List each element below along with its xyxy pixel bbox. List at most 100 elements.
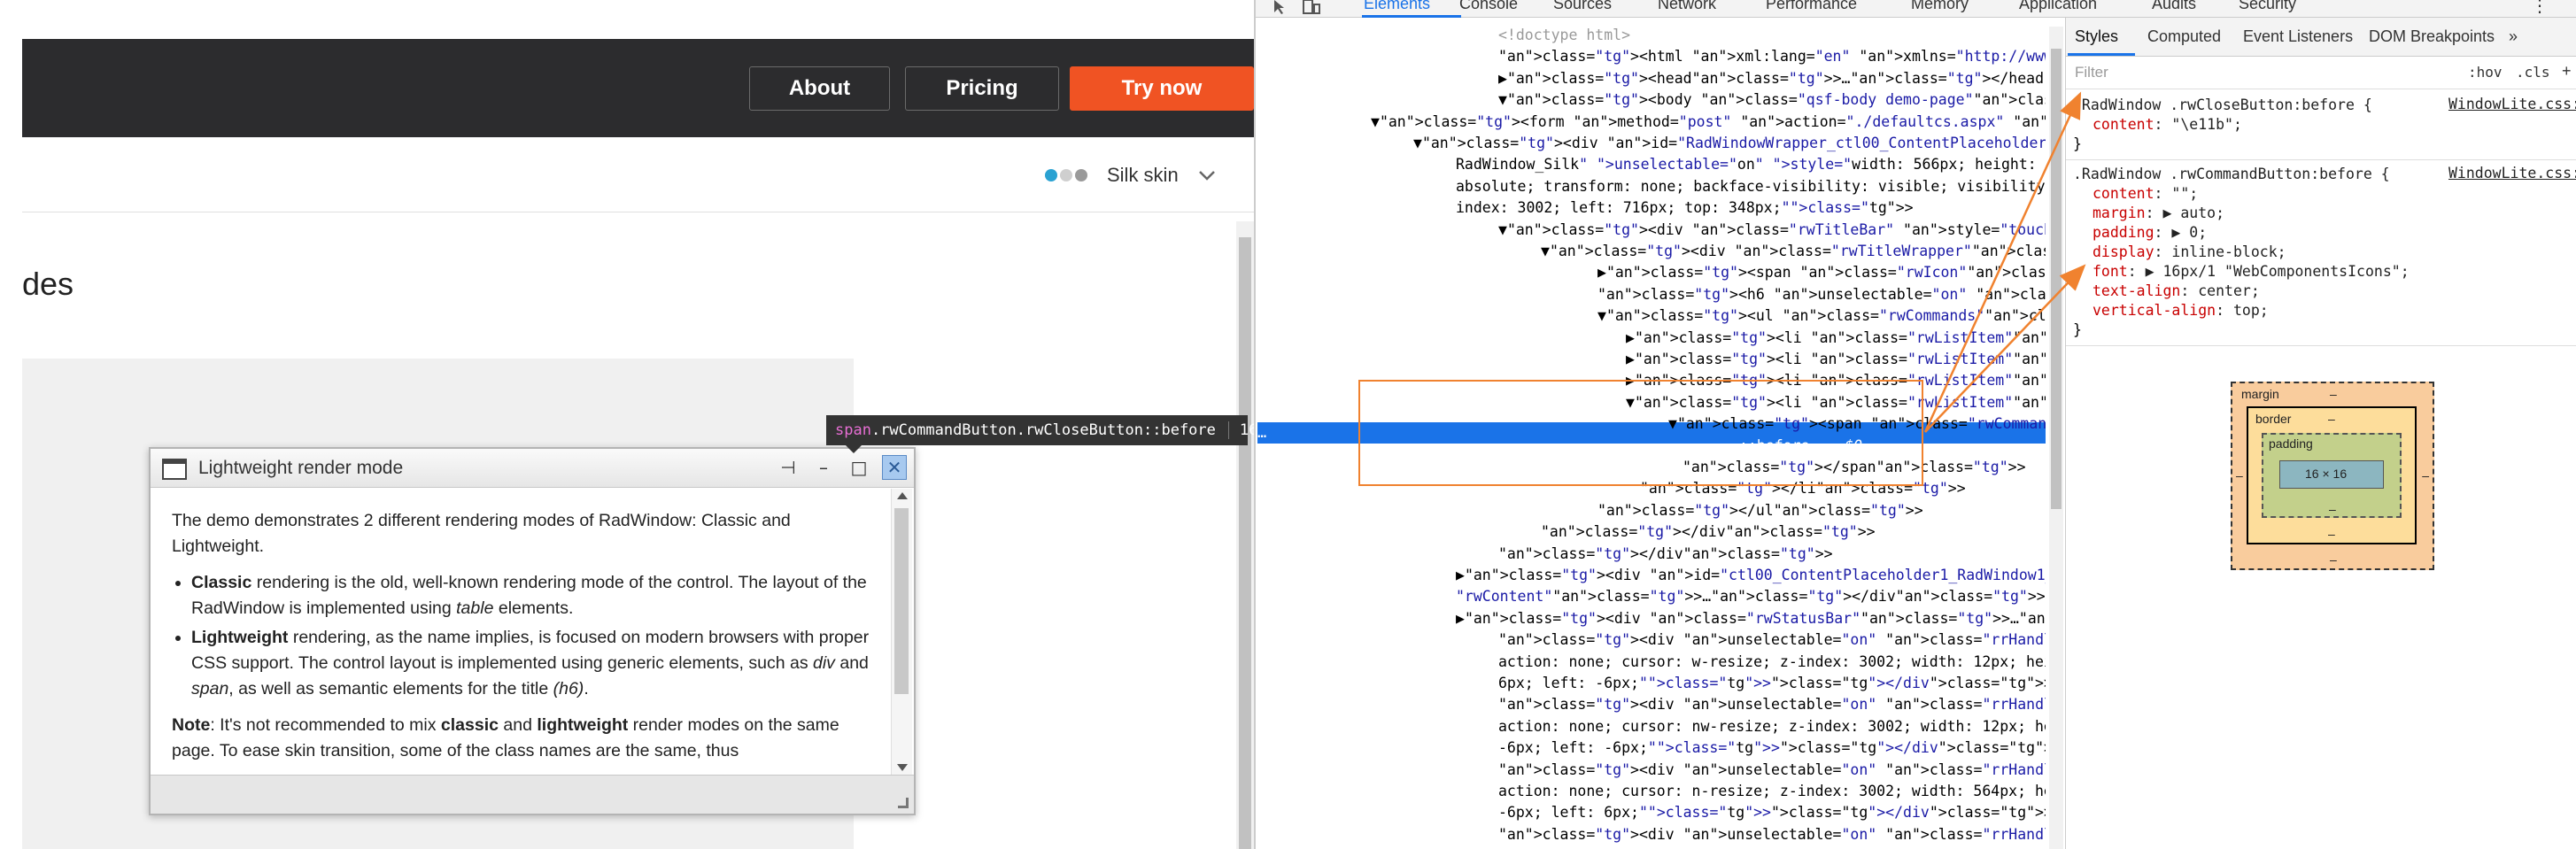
scroll-up-icon[interactable] [897, 492, 908, 499]
pin-icon[interactable]: ⊣ [776, 455, 801, 480]
pricing-button[interactable]: Pricing [905, 66, 1059, 111]
skin-color-dot [1075, 169, 1087, 181]
tab-security[interactable]: Security [2239, 0, 2296, 13]
tab-network[interactable]: Network [1658, 0, 1716, 13]
about-button[interactable]: About [749, 66, 890, 111]
rule-declaration[interactable]: padding: ▶ 0; [2093, 223, 2207, 243]
dom-line[interactable]: "an">class="tg"><div "an">unselectable="… [1498, 629, 2046, 651]
property-value: ▶ 16px/1 "WebComponentsIcons"; [2145, 263, 2410, 280]
tab-application[interactable]: Application [2019, 0, 2097, 13]
dom-line[interactable]: 6px; left: -6px;"">class="tg">>">class="… [1498, 673, 2046, 694]
property-name: font [2093, 263, 2128, 280]
dom-line[interactable]: ▶"an">class="tg"><head"an">class="tg">>…… [1498, 68, 2046, 89]
radwindow-scrollbar[interactable] [891, 489, 912, 775]
dom-line[interactable]: ▶"an">class="tg"><li "an">class="rwListI… [1626, 328, 2046, 349]
dom-line[interactable]: action: none; cursor: nw-resize; z-index… [1498, 716, 2046, 737]
dom-line[interactable]: "an">class="tg"></div"an">class="tg">> [1541, 521, 1876, 543]
property-name: vertical-align [2093, 302, 2216, 319]
rule-declaration[interactable]: vertical-align: top; [2093, 301, 2269, 320]
dom-line[interactable]: -6px; left: -6px;"">class="tg">>">class=… [1498, 737, 2046, 759]
rule-declaration[interactable]: display: inline-block; [2093, 243, 2286, 262]
note-text: : It's not recommended to mix [210, 715, 441, 735]
dom-line[interactable]: -6px; left: 6px;"">class="tg">>">class="… [1498, 802, 2046, 823]
tab-performance[interactable]: Performance [1766, 0, 1857, 13]
tab-event-listeners[interactable]: Event Listeners [2243, 27, 2353, 46]
list-item: Lightweight rendering, as the name impli… [191, 625, 870, 702]
more-icon[interactable]: ⋮ [2531, 0, 2549, 17]
dom-line[interactable]: action: none; cursor: w-resize; z-index:… [1498, 652, 2046, 673]
elements-scrollbar-thumb[interactable] [2051, 49, 2062, 509]
dom-line[interactable]: ▼"an">class="tg"><div "an">class="rwTitl… [1541, 241, 2046, 262]
radwindow-scrollbar-thumb[interactable] [894, 508, 909, 694]
add-rule-icon[interactable]: + [2562, 62, 2572, 81]
tab-dom-breakpoints[interactable]: DOM Breakpoints [2369, 27, 2495, 46]
dom-line[interactable]: index: 3002; left: 716px; top: 348px;"">… [1456, 197, 1914, 219]
radwindow[interactable]: Lightweight render mode ⊣ – □ ✕ The demo… [149, 447, 916, 815]
tab-computed[interactable]: Computed [2147, 27, 2221, 46]
list-text: and [834, 653, 869, 673]
rule-declaration[interactable]: font: ▶ 16px/1 "WebComponentsIcons"; [2093, 262, 2410, 282]
rule-selector: .RadWindow .rwCommandButton:before { [2073, 166, 2390, 182]
dom-line[interactable]: action: none; cursor: ne-resize; z-index… [1498, 845, 2046, 849]
hov-toggle[interactable]: :hov [2468, 64, 2503, 81]
rule-declaration[interactable]: content: ""; [2093, 184, 2198, 204]
filter-input[interactable]: Filter [2075, 64, 2108, 81]
rule-declaration[interactable]: text-align: center; [2093, 282, 2260, 301]
scroll-down-icon[interactable] [897, 764, 908, 771]
dom-line[interactable]: "an">class="tg"><h6 "an">unselectable="o… [1597, 284, 2046, 305]
note-bold: lightweight [537, 715, 629, 735]
intro-text: The demo demonstrates 2 different render… [172, 511, 791, 556]
dom-line[interactable]: "an">class="tg"><div "an">unselectable="… [1498, 824, 2046, 845]
tabs-overflow-icon[interactable]: » [2509, 27, 2518, 46]
note-label: Note [172, 715, 211, 735]
minimize-icon[interactable]: – [811, 455, 836, 480]
rule-source-link[interactable]: WindowLite.css: [2448, 165, 2576, 181]
dom-line[interactable]: "an">class="tg"></ul"an">class="tg">> [1597, 500, 1923, 521]
tab-memory[interactable]: Memory [1911, 0, 1969, 13]
dom-line[interactable]: ▼"an">class="tg"><div "an">class="rwTitl… [1498, 220, 2046, 241]
close-icon[interactable]: ✕ [882, 455, 907, 480]
dom-line[interactable]: action: none; cursor: n-resize; z-index:… [1498, 781, 2046, 802]
dom-line[interactable]: ▶"an">class="tg"><li "an">class="rwListI… [1626, 349, 2046, 370]
dom-line[interactable]: <!doctype html> [1498, 25, 1630, 46]
dom-line[interactable]: ▶"an">class="tg"><div "an">class="rwStat… [1456, 608, 2046, 629]
radwindow-titlebar[interactable]: Lightweight render mode ⊣ – □ ✕ [151, 449, 914, 488]
dom-line[interactable]: "an">class="tg"></div"an">class="tg">> [1498, 544, 1833, 565]
margin-left-value: – [2236, 468, 2243, 482]
intro-paragraph: The demo demonstrates 2 different render… [172, 508, 870, 560]
classic-term: Classic [191, 573, 252, 592]
resize-grip-icon[interactable] [898, 798, 909, 808]
tab-console[interactable]: Console [1459, 0, 1518, 13]
dom-line[interactable]: ▶"an">class="tg"><div "an">id="ctl00_Con… [1456, 565, 2046, 586]
rule-source-link[interactable]: WindowLite.css: [2448, 96, 2576, 112]
chevron-down-icon [1198, 171, 1215, 181]
box-model-content[interactable]: 16 × 16 [2279, 460, 2384, 489]
tab-elements[interactable]: Elements [1364, 0, 1430, 13]
dom-line[interactable]: absolute; transform: none; backface-visi… [1456, 176, 2046, 197]
rule-declaration[interactable]: margin: ▶ auto; [2093, 204, 2224, 223]
note-text: and [498, 715, 538, 735]
skin-selector[interactable]: Silk skin [1045, 161, 1216, 189]
tab-sources[interactable]: Sources [1553, 0, 1612, 13]
dom-line[interactable]: "an">class="tg"><div "an">unselectable="… [1498, 694, 2046, 715]
tab-audits[interactable]: Audits [2152, 0, 2196, 13]
dom-line[interactable]: RadWindow_Silk" ">unselectable="on" ">st… [1456, 154, 2046, 175]
device-toggle-icon[interactable] [1302, 0, 1321, 14]
property-name: content [2093, 185, 2154, 202]
inspect-cursor-icon[interactable] [1272, 0, 1291, 14]
maximize-icon[interactable]: □ [847, 455, 871, 480]
dom-line[interactable]: "an">class="tg"><html "an">xml:lang="en"… [1498, 46, 2046, 67]
dom-line[interactable]: ▼"an">class="tg"><div "an">id="RadWindow… [1413, 133, 2046, 154]
dom-line[interactable]: ▶"an">class="tg"><span "an">class="rwIco… [1597, 262, 2046, 283]
list-text: , as well as semantic elements for the t… [228, 679, 553, 698]
page-scrollbar-thumb[interactable] [1239, 237, 1251, 849]
dom-line[interactable]: "an">class="tg"><div "an">unselectable="… [1498, 760, 2046, 781]
dom-line[interactable]: ▼"an">class="tg"><ul "an">class="rwComma… [1597, 305, 2046, 327]
try-now-button[interactable]: Try now [1070, 66, 1254, 111]
dom-line[interactable]: ▼"an">class="tg"><body "an">class="qsf-b… [1498, 89, 2046, 111]
cls-toggle[interactable]: .cls [2516, 64, 2550, 81]
tab-styles[interactable]: Styles [2075, 27, 2118, 46]
rule-declaration[interactable]: content: "\e11b"; [2093, 115, 2242, 135]
dom-line[interactable]: "rwContent""an">class="tg">>…"an">class=… [1456, 586, 2046, 607]
dom-line[interactable]: ▼"an">class="tg"><form "an">method="post… [1371, 112, 2046, 133]
